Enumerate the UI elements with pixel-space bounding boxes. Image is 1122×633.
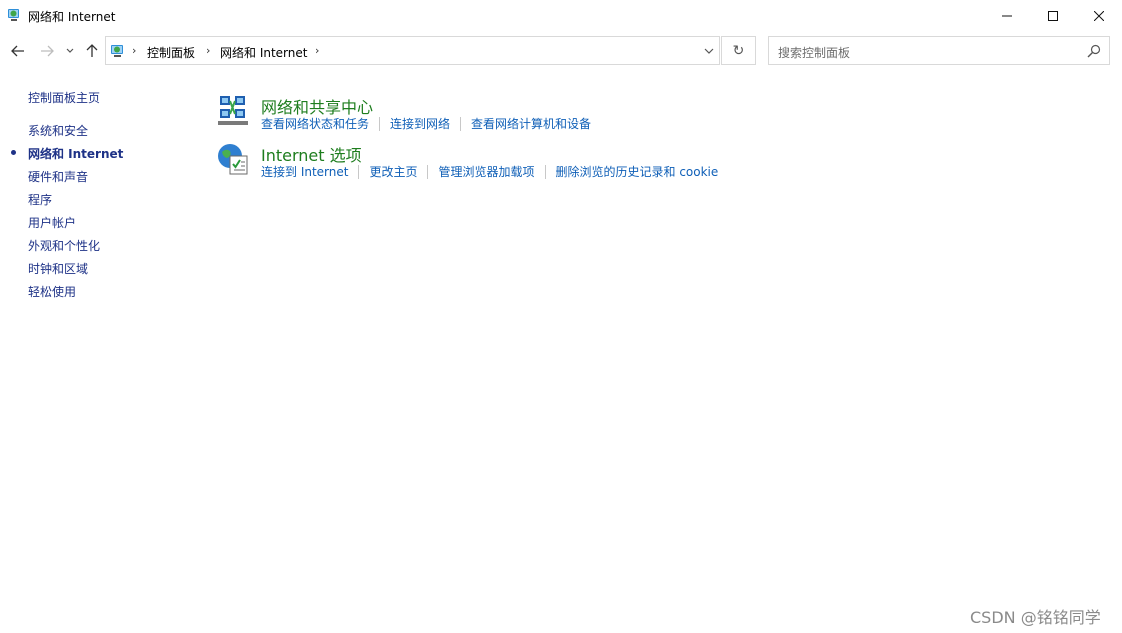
- category-links: 查看网络状态和任务 连接到网络 查看网络计算机和设备: [261, 117, 611, 131]
- sidebar-item-hardware-sound[interactable]: 硬件和声音: [28, 168, 88, 185]
- chevron-down-icon: [704, 48, 714, 54]
- link-view-network-status[interactable]: 查看网络状态和任务: [261, 117, 381, 131]
- navigation-bar: › 控制面板 › 网络和 Internet › ↻ 搜索控制面板: [0, 34, 1122, 68]
- link-change-homepage[interactable]: 更改主页: [369, 165, 429, 179]
- link-connect-to-network[interactable]: 连接到网络: [390, 117, 462, 131]
- control-panel-icon: [110, 43, 126, 59]
- chevron-down-icon: [66, 48, 74, 53]
- sidebar-item-ease-of-access[interactable]: 轻松使用: [28, 283, 76, 300]
- search-placeholder: 搜索控制面板: [778, 46, 851, 60]
- close-button[interactable]: [1076, 0, 1122, 32]
- breadcrumb-separator-icon[interactable]: ›: [315, 44, 319, 57]
- arrow-right-icon: [41, 45, 54, 57]
- address-history-button[interactable]: [697, 37, 721, 64]
- breadcrumb-separator-icon[interactable]: ›: [206, 44, 210, 57]
- address-bar[interactable]: › 控制面板 › 网络和 Internet ›: [105, 36, 720, 65]
- sidebar-item-user-accounts[interactable]: 用户帐户: [28, 214, 76, 231]
- sidebar-home-link[interactable]: 控制面板主页: [28, 89, 100, 106]
- category-title[interactable]: 网络和共享中心: [261, 94, 373, 118]
- forward-button[interactable]: [37, 41, 57, 61]
- sidebar-item-system-security[interactable]: 系统和安全: [28, 122, 88, 139]
- minimize-button[interactable]: [984, 0, 1030, 32]
- maximize-button[interactable]: [1030, 0, 1076, 32]
- window-title: 网络和 Internet: [28, 10, 116, 24]
- link-manage-addons[interactable]: 管理浏览器加载项: [438, 165, 546, 179]
- arrow-up-icon: [86, 44, 98, 57]
- link-delete-history[interactable]: 删除浏览的历史记录和 cookie: [556, 165, 729, 179]
- title-bar: 网络和 Internet: [0, 0, 1122, 32]
- sidebar-item-appearance[interactable]: 外观和个性化: [28, 237, 100, 254]
- refresh-icon: ↻: [732, 42, 745, 59]
- active-item-bullet: [11, 150, 16, 155]
- up-button[interactable]: [82, 41, 102, 61]
- sidebar-item-programs[interactable]: 程序: [28, 191, 52, 208]
- breadcrumb-network-internet[interactable]: 网络和 Internet: [220, 44, 307, 61]
- link-connect-internet[interactable]: 连接到 Internet: [261, 165, 360, 179]
- sidebar-item-network-internet[interactable]: 网络和 Internet: [28, 145, 123, 162]
- network-sharing-center-icon[interactable]: [216, 94, 250, 128]
- sidebar-item-clock-region[interactable]: 时钟和区域: [28, 260, 88, 277]
- breadcrumb-control-panel[interactable]: 控制面板: [147, 44, 195, 61]
- back-button[interactable]: [8, 41, 28, 61]
- breadcrumb-separator-icon[interactable]: ›: [132, 44, 136, 57]
- refresh-button[interactable]: ↻: [721, 36, 756, 65]
- category-title[interactable]: Internet 选项: [261, 142, 362, 166]
- link-view-network-computers[interactable]: 查看网络计算机和设备: [471, 117, 601, 131]
- recent-locations-button[interactable]: [63, 41, 77, 61]
- watermark-text: CSDN @铭铭同学: [970, 608, 1101, 627]
- search-icon[interactable]: [1087, 44, 1101, 58]
- internet-options-icon[interactable]: [216, 142, 250, 176]
- network-globe-icon: [6, 7, 22, 23]
- search-box[interactable]: 搜索控制面板: [768, 36, 1110, 65]
- category-links: 连接到 Internet 更改主页 管理浏览器加载项 删除浏览的历史记录和 co…: [261, 165, 738, 179]
- arrow-left-icon: [11, 45, 24, 57]
